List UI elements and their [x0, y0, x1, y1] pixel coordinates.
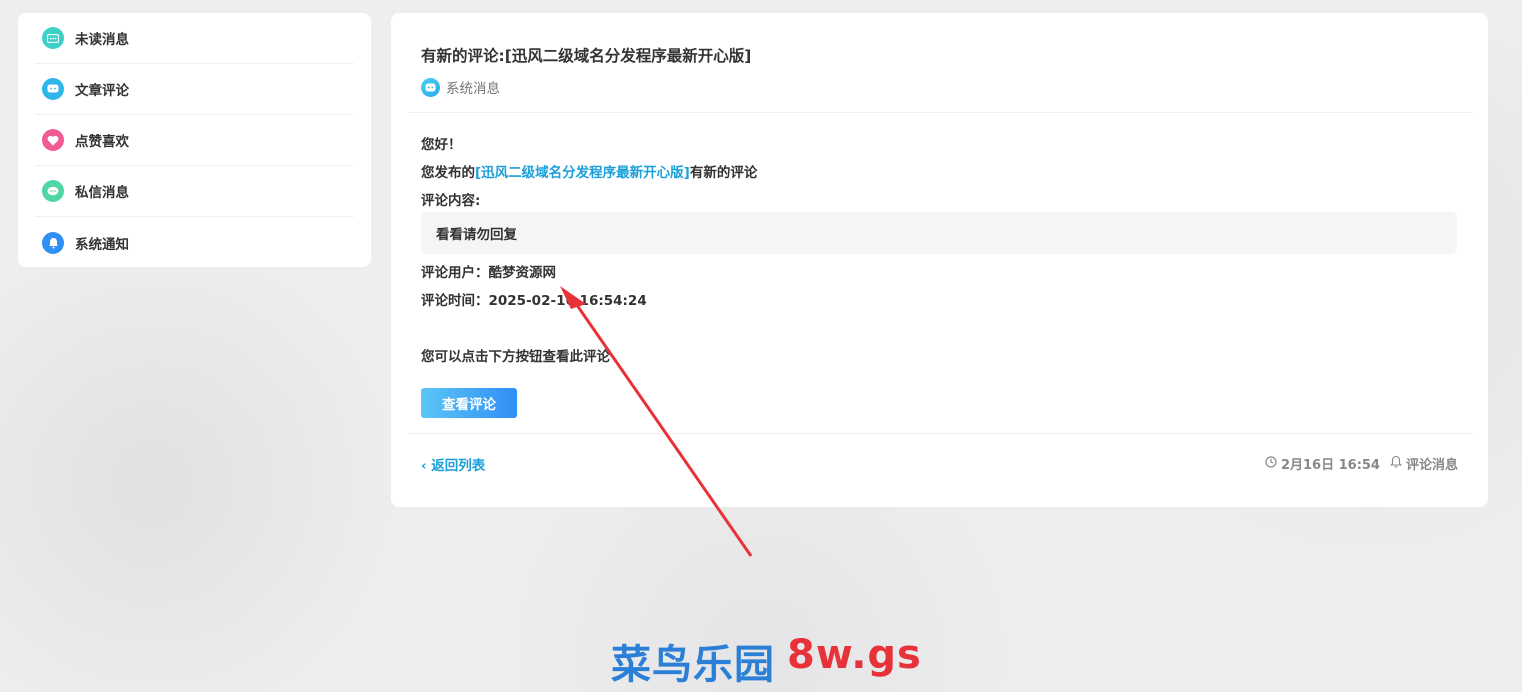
message-meta: 2月16日 16:54 评论消息	[1265, 454, 1458, 473]
published-prefix: 您发布的	[421, 165, 475, 181]
sidebar: 未读消息 文章评论 点赞喜欢 私信消息 系统通知	[18, 13, 371, 267]
comment-time: 评论时间：2025-02-16 16:54:24	[421, 293, 647, 309]
sidebar-item-label: 点赞喜欢	[75, 134, 129, 150]
hint-text: 您可以点击下方按钮查看此评论	[421, 349, 610, 365]
sidebar-item-label: 系统通知	[75, 236, 129, 253]
watermark-part1: 菜鸟乐园	[611, 642, 775, 688]
system-message-tag: 系统消息	[421, 77, 500, 97]
post-link[interactable]: [迅风二级域名分发程序最新开心版]	[475, 165, 690, 181]
message-date: 2月16日 16:54	[1280, 458, 1380, 473]
message-category: 评论消息	[1405, 458, 1458, 473]
sidebar-item-label: 未读消息	[75, 32, 129, 48]
published-suffix: 有新的评论	[689, 165, 758, 181]
heart-icon	[42, 129, 64, 151]
sidebar-item-label: 文章评论	[75, 83, 129, 99]
sidebar-item-likes[interactable]: 点赞喜欢	[35, 115, 354, 166]
robot-icon	[421, 77, 440, 97]
watermark-part2: 8w.gs	[787, 632, 922, 678]
chat-icon	[42, 180, 64, 202]
category-group: 评论消息	[1389, 454, 1458, 473]
back-to-list-link[interactable]: ‹ 返回列表	[421, 454, 485, 474]
sidebar-item-private-messages[interactable]: 私信消息	[35, 166, 354, 217]
view-comment-button[interactable]: 查看评论	[421, 388, 517, 418]
date-group: 2月16日 16:54	[1265, 454, 1380, 473]
message-card: 有新的评论:[迅风二级域名分发程序最新开心版] 系统消息 您好！ 您发布的[迅风…	[391, 13, 1488, 507]
watermark: 菜鸟乐园 8w.gs	[611, 632, 922, 690]
published-line: 您发布的[迅风二级域名分发程序最新开心版]有新的评论	[421, 161, 757, 181]
bell-outline-icon	[1389, 455, 1402, 472]
sidebar-item-label: 私信消息	[75, 185, 129, 201]
clock-icon	[1265, 455, 1277, 472]
message-title: 有新的评论:[迅风二级域名分发程序最新开心版]	[421, 47, 752, 65]
divider	[408, 112, 1473, 113]
sidebar-item-comments[interactable]: 文章评论	[35, 64, 354, 115]
greeting: 您好！	[421, 137, 462, 153]
comment-content-label: 评论内容:	[421, 193, 481, 209]
unread-message-icon	[42, 27, 64, 49]
comment-user: 评论用户：酷梦资源网	[421, 265, 556, 281]
bell-icon	[42, 231, 64, 254]
divider	[408, 433, 1473, 434]
system-message-label: 系统消息	[446, 81, 500, 97]
comment-quote: 看看请勿回复	[421, 212, 1457, 254]
sidebar-item-unread[interactable]: 未读消息	[35, 13, 354, 64]
comment-icon	[42, 78, 64, 100]
sidebar-item-system[interactable]: 系统通知	[35, 217, 354, 268]
